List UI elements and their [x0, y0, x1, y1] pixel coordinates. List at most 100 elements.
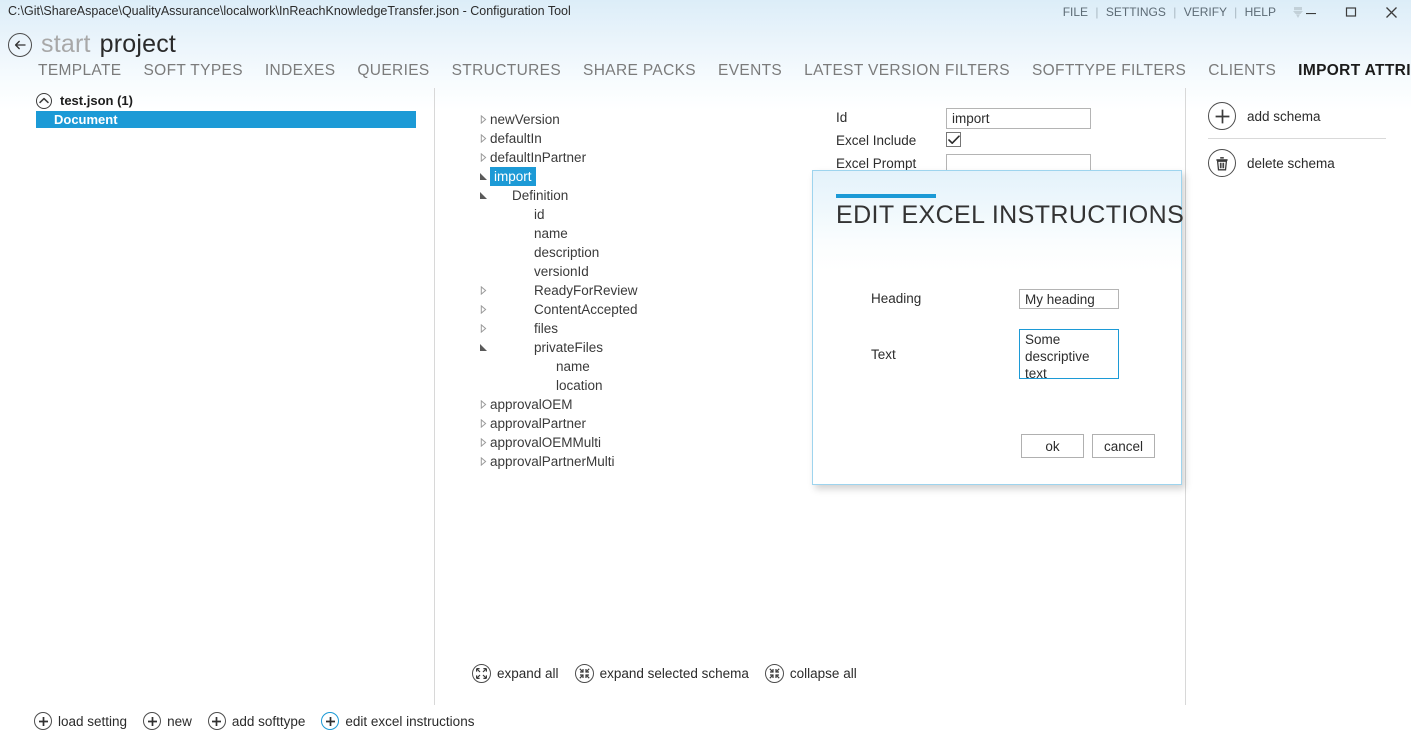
expand-all-button[interactable]: expand all	[472, 664, 559, 683]
add-schema-button[interactable]: add schema	[1208, 98, 1398, 134]
collapse-all-label: collapse all	[790, 666, 857, 681]
chevron-down-icon[interactable]	[476, 186, 490, 205]
panel-divider-left	[434, 88, 435, 705]
ok-button[interactable]: ok	[1021, 434, 1084, 458]
chevron-down-icon[interactable]	[476, 338, 490, 357]
chevron-right-icon[interactable]	[476, 300, 490, 319]
close-icon[interactable]	[1371, 0, 1411, 24]
delete-schema-button[interactable]: delete schema	[1208, 145, 1398, 181]
chevron-right-icon[interactable]	[476, 281, 490, 300]
chevron-right-icon[interactable]	[476, 414, 490, 433]
tree-node[interactable]: name	[476, 357, 816, 376]
expand-all-icon	[472, 664, 491, 683]
form-row-id: Id	[836, 108, 1176, 131]
tree-node-label: privateFiles	[534, 338, 603, 357]
tab-template[interactable]: TEMPLATE	[38, 62, 121, 80]
actions-divider	[1208, 138, 1386, 139]
tab-import-attributes[interactable]: IMPORT ATTRIBUTES	[1298, 62, 1411, 80]
tree-node-label: files	[534, 319, 558, 338]
tree-node-label: approvalOEMMulti	[490, 433, 601, 452]
tree-node-label: approvalPartner	[490, 414, 586, 433]
edit-excel-instructions-button[interactable]: edit excel instructions	[321, 712, 474, 730]
tree-node[interactable]: newVersion	[476, 110, 816, 129]
tree-node[interactable]: files	[476, 319, 816, 338]
plus-icon	[143, 712, 161, 730]
menu-item-help[interactable]: HELP	[1245, 5, 1276, 19]
plus-icon	[1208, 102, 1236, 130]
tree-node[interactable]: import	[476, 167, 816, 186]
chevron-right-icon[interactable]	[476, 319, 490, 338]
tab-bar: TEMPLATE SOFT TYPES INDEXES QUERIES STRU…	[38, 62, 1411, 80]
text-label: Text	[871, 347, 896, 362]
tab-structures[interactable]: STRUCTURES	[452, 62, 561, 80]
tree-node[interactable]: versionId	[476, 262, 816, 281]
collapse-all-button[interactable]: collapse all	[765, 664, 857, 683]
tree-node-label: newVersion	[490, 110, 560, 129]
text-textarea[interactable]: Some descriptive text	[1019, 329, 1119, 379]
tab-indexes[interactable]: INDEXES	[265, 62, 336, 80]
maximize-icon[interactable]	[1331, 0, 1371, 24]
tab-clients[interactable]: CLIENTS	[1208, 62, 1276, 80]
breadcrumb-project[interactable]: project	[100, 30, 176, 59]
tree-node[interactable]: defaultIn	[476, 129, 816, 148]
chevron-right-icon[interactable]	[476, 433, 490, 452]
add-softtype-button[interactable]: add softtype	[208, 712, 306, 730]
load-setting-label: load setting	[58, 714, 127, 729]
tree-node-label: import	[490, 167, 536, 186]
tree-node[interactable]: approvalPartnerMulti	[476, 452, 816, 471]
chevron-right-icon[interactable]	[476, 452, 490, 471]
tree-node[interactable]: name	[476, 224, 816, 243]
tree-node[interactable]: approvalOEM	[476, 395, 816, 414]
chevron-up-circle-icon[interactable]	[36, 93, 52, 109]
tree-node-label: description	[534, 243, 599, 262]
tab-queries[interactable]: QUERIES	[357, 62, 429, 80]
sidebar-item-document[interactable]: Document	[36, 111, 416, 128]
tree-node[interactable]: privateFiles	[476, 338, 816, 357]
heading-label: Heading	[871, 291, 921, 306]
cancel-button[interactable]: cancel	[1092, 434, 1155, 458]
window-menu: FILE | SETTINGS | VERIFY | HELP	[1063, 5, 1276, 19]
tree-node[interactable]: defaultInPartner	[476, 148, 816, 167]
tree-node[interactable]: ContentAccepted	[476, 300, 816, 319]
chevron-right-icon[interactable]	[476, 129, 490, 148]
tab-soft-types[interactable]: SOFT TYPES	[143, 62, 242, 80]
chevron-right-icon[interactable]	[476, 110, 490, 129]
tree-node[interactable]: location	[476, 376, 816, 395]
menu-separator-1: |	[1095, 5, 1098, 19]
tree-node[interactable]: approvalPartner	[476, 414, 816, 433]
bottom-toolbar: load setting new add softtype edit excel…	[34, 712, 474, 730]
tree-node-label: approvalOEM	[490, 395, 573, 414]
edit-excel-instructions-dialog: EDIT EXCEL INSTRUCTIONS Heading Text Som…	[812, 170, 1182, 485]
excel-include-checkbox[interactable]	[946, 132, 961, 147]
dialog-body: Heading Text Some descriptive text	[871, 289, 1171, 384]
tree-node[interactable]: description	[476, 243, 816, 262]
tree-node[interactable]: ReadyForReview	[476, 281, 816, 300]
dialog-row-heading: Heading	[871, 289, 1171, 329]
menu-item-settings[interactable]: SETTINGS	[1106, 5, 1166, 19]
breadcrumb-start[interactable]: start	[41, 30, 91, 59]
plus-icon	[321, 712, 339, 730]
menu-item-file[interactable]: FILE	[1063, 5, 1088, 19]
load-setting-button[interactable]: load setting	[34, 712, 127, 730]
tab-latest-version-filters[interactable]: LATEST VERSION FILTERS	[804, 62, 1010, 80]
minimize-icon[interactable]	[1291, 0, 1331, 24]
tab-share-packs[interactable]: SHARE PACKS	[583, 62, 696, 80]
schema-root-row[interactable]: test.json (1)	[36, 92, 432, 109]
back-arrow-icon[interactable]	[8, 33, 32, 57]
tab-softtype-filters[interactable]: SOFTTYPE FILTERS	[1032, 62, 1186, 80]
heading-input[interactable]	[1019, 289, 1119, 309]
expand-selected-schema-button[interactable]: expand selected schema	[575, 664, 749, 683]
chevron-right-icon[interactable]	[476, 395, 490, 414]
window-titlebar: C:\Git\ShareAspace\QualityAssurance\loca…	[0, 0, 1411, 24]
tree-node[interactable]: approvalOEMMulti	[476, 433, 816, 452]
tab-events[interactable]: EVENTS	[718, 62, 782, 80]
chevron-right-icon[interactable]	[476, 148, 490, 167]
expand-all-label: expand all	[497, 666, 559, 681]
tree-node[interactable]: id	[476, 205, 816, 224]
tree-leaf-spacer	[476, 262, 490, 281]
tree-node[interactable]: Definition	[476, 186, 816, 205]
chevron-down-icon[interactable]	[476, 167, 490, 186]
id-field[interactable]	[946, 108, 1091, 129]
menu-item-verify[interactable]: VERIFY	[1184, 5, 1227, 19]
new-button[interactable]: new	[143, 712, 192, 730]
